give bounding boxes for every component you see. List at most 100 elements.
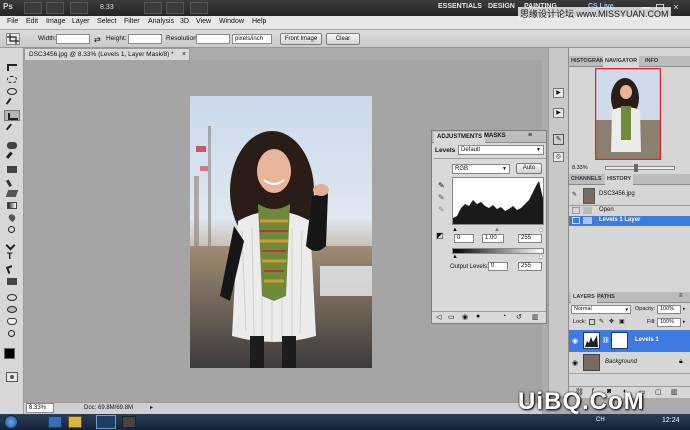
gradient-tool[interactable] — [4, 200, 20, 211]
view-extras-button[interactable] — [70, 2, 88, 14]
eraser-tool[interactable] — [4, 188, 20, 199]
history-brush-source-icon[interactable]: ✎ — [572, 191, 577, 198]
lock-image-icon[interactable]: ✎ — [599, 318, 604, 325]
opacity-dropdown-icon[interactable]: ▸ — [683, 306, 686, 312]
clone-source-icon[interactable]: ◎ — [553, 152, 564, 162]
output-black-handle[interactable]: ▲ — [452, 254, 458, 260]
output-black-field[interactable]: 0 — [488, 262, 508, 271]
lock-position-icon[interactable]: ✥ — [609, 318, 614, 325]
tab-adjustments[interactable]: ADJUSTMENTS — [434, 132, 486, 143]
menu-layer[interactable]: Layer — [72, 18, 90, 25]
history-panel-icon[interactable]: ▶ — [553, 88, 564, 98]
zoom-level[interactable]: 8.33 — [100, 2, 128, 14]
bridge-button[interactable] — [24, 2, 42, 14]
eye-icon[interactable]: ◉ — [572, 359, 578, 367]
input-levels-slider[interactable]: ▲ ▲ ▲ — [452, 227, 544, 233]
auto-button[interactable]: Auto — [516, 163, 542, 174]
hand-tool[interactable] — [4, 316, 20, 327]
menu-analysis[interactable]: Analysis — [148, 18, 174, 25]
navigator-zoom-slider[interactable] — [605, 164, 675, 172]
menu-image[interactable]: Image — [46, 18, 65, 25]
channel-select[interactable]: RGB ▼ — [452, 164, 510, 174]
start-button[interactable] — [4, 415, 18, 429]
lasso-tool[interactable] — [4, 86, 20, 97]
app-taskbar-icon[interactable] — [122, 416, 136, 428]
delete-icon[interactable]: ▥ — [532, 313, 539, 321]
tab-channels[interactable]: CHANNELS — [571, 176, 602, 182]
panel-menu-icon[interactable]: ≡ — [679, 293, 683, 299]
expanded-view-icon[interactable]: ▭ — [448, 313, 455, 321]
visibility-icon[interactable]: ● — [476, 313, 480, 320]
navigator-preview[interactable] — [595, 68, 661, 160]
fill-field[interactable]: 100% — [657, 318, 681, 327]
close-icon[interactable]: × — [670, 2, 682, 13]
clear-button[interactable]: Clear — [326, 33, 360, 45]
pen-tool[interactable] — [4, 240, 20, 251]
tab-masks[interactable]: MASKS — [484, 133, 506, 139]
reset-icon[interactable]: ↺ — [516, 313, 522, 321]
width-input[interactable] — [56, 34, 90, 44]
document-size[interactable]: Doc: 69.8M/69.8M — [84, 403, 133, 414]
quick-mask-button[interactable] — [6, 372, 18, 382]
tab-paths[interactable]: PATHS — [597, 294, 615, 300]
clock[interactable]: 12:24 — [662, 417, 680, 424]
lock-transparent-icon[interactable] — [589, 319, 595, 325]
gray-eyedropper-icon[interactable]: ✎ — [438, 193, 445, 202]
status-zoom[interactable]: 8.33% — [26, 403, 54, 413]
move-tool[interactable] — [4, 62, 20, 73]
foreground-color-swatch[interactable] — [4, 348, 15, 359]
document-close-icon[interactable]: × — [182, 49, 186, 60]
language-indicator[interactable]: CH — [596, 417, 605, 423]
document-tab[interactable]: DSC3456.jpg @ 8.33% (Levels 1, Layer Mas… — [24, 48, 190, 60]
resolution-input[interactable] — [196, 34, 230, 44]
resolution-unit-select[interactable]: pixels/inch — [232, 34, 272, 44]
quick-selection-tool[interactable] — [4, 97, 20, 110]
history-source-box[interactable] — [572, 207, 580, 214]
input-black-field[interactable]: 0 — [454, 234, 474, 243]
menu-file[interactable]: File — [7, 18, 18, 25]
eye-icon[interactable]: ◉ — [572, 337, 578, 345]
marquee-tool[interactable] — [4, 74, 20, 85]
output-white-handle[interactable]: ▲ — [538, 254, 544, 260]
history-snapshot[interactable]: ✎ DSC3456.jpg — [569, 186, 690, 206]
tab-info[interactable]: INFO — [645, 58, 658, 64]
brush-panel-icon[interactable]: ✎ — [553, 134, 564, 145]
workspace-design[interactable]: DESIGN — [488, 3, 515, 10]
black-point-handle[interactable]: ▲ — [452, 227, 458, 233]
3d-orbit-tool[interactable] — [4, 304, 20, 315]
white-point-handle[interactable]: ▲ — [538, 227, 544, 233]
layer-mask-thumbnail[interactable] — [611, 332, 628, 349]
output-white-field[interactable]: 255 — [518, 262, 542, 271]
crop-tool[interactable] — [4, 110, 20, 121]
panel-menu-icon[interactable]: ≡ — [528, 132, 532, 139]
menu-3d[interactable]: 3D — [180, 18, 189, 25]
status-menu-icon[interactable]: ▸ — [150, 403, 153, 414]
return-to-list-icon[interactable]: ◁ — [436, 313, 441, 321]
layer-row-levels[interactable]: ◉ ⛓ Levels 1 — [569, 330, 690, 352]
fill-dropdown-icon[interactable]: ▸ — [683, 319, 686, 325]
shape-tool[interactable] — [4, 276, 20, 287]
previous-state-icon[interactable]: ◔ — [502, 313, 506, 320]
screen-mode-button[interactable] — [190, 2, 208, 14]
navigator-zoom-value[interactable]: 8.33% — [572, 165, 588, 171]
tab-history[interactable]: HISTORY — [605, 174, 634, 185]
document-image[interactable] — [190, 96, 372, 368]
history-source-box[interactable] — [572, 217, 580, 224]
history-brush-tool[interactable] — [4, 175, 20, 188]
hand-tool-button[interactable] — [144, 2, 162, 14]
explorer-taskbar-icon[interactable] — [68, 416, 82, 428]
mini-bridge-button[interactable] — [46, 2, 64, 14]
history-item-levels[interactable]: Levels 1 Layer — [569, 216, 690, 226]
calculate-histogram-icon[interactable]: ◩ — [436, 231, 444, 240]
workspace-essentials[interactable]: ESSENTIALS — [438, 3, 482, 10]
menu-help[interactable]: Help — [252, 18, 266, 25]
path-selection-tool[interactable] — [4, 264, 20, 275]
opacity-field[interactable]: 100% — [657, 305, 681, 314]
input-white-field[interactable]: 255 — [518, 234, 542, 243]
tool-preset-picker[interactable] — [6, 33, 20, 45]
photoshop-taskbar-icon[interactable] — [96, 415, 116, 429]
tab-histogram[interactable]: HISTOGRAM — [571, 58, 605, 64]
arrange-documents-button[interactable] — [166, 2, 184, 14]
history-item-open[interactable]: Open — [569, 206, 690, 216]
tab-navigator[interactable]: NAVIGATOR — [603, 56, 640, 67]
